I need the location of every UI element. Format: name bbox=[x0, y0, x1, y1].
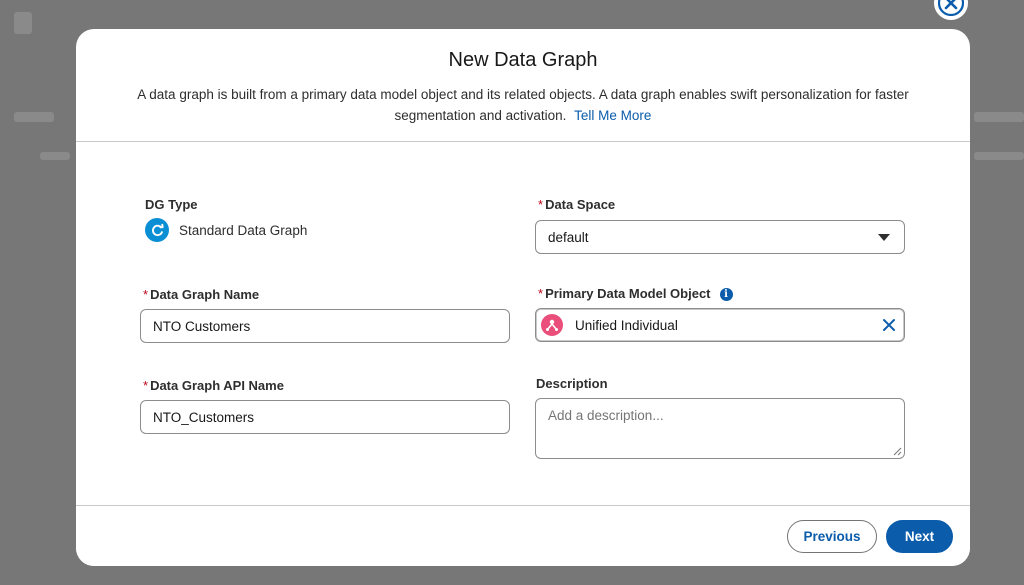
primary-object-label: * Primary Data Model Object i bbox=[538, 286, 733, 301]
close-icon bbox=[938, 0, 964, 16]
required-marker: * bbox=[538, 197, 544, 212]
description-textarea[interactable] bbox=[535, 398, 905, 459]
info-icon[interactable]: i bbox=[719, 288, 733, 301]
modal-body: DG Type Standard Data Graph * Data Space … bbox=[76, 142, 970, 505]
modal-title: New Data Graph bbox=[448, 49, 598, 71]
data-graph-name-input[interactable]: NTO Customers bbox=[140, 309, 510, 343]
chevron-down-icon bbox=[878, 233, 890, 241]
next-button[interactable]: Next bbox=[886, 520, 953, 553]
background-bar bbox=[974, 152, 1024, 160]
modal-header: New Data Graph A data graph is built fro… bbox=[76, 29, 970, 142]
primary-object-label-text: Primary Data Model Object bbox=[545, 286, 711, 301]
data-space-select[interactable]: default bbox=[535, 220, 905, 254]
api-name-input[interactable]: NTO_Customers bbox=[140, 400, 510, 434]
background-bar bbox=[14, 112, 54, 122]
api-name-value: NTO_Customers bbox=[153, 409, 255, 425]
required-marker: * bbox=[143, 287, 149, 302]
primary-object-value: Unified Individual bbox=[575, 317, 678, 333]
dg-type-value: Standard Data Graph bbox=[145, 218, 307, 242]
unified-individual-icon bbox=[541, 314, 563, 336]
refresh-icon bbox=[145, 218, 169, 242]
resize-handle-icon[interactable] bbox=[893, 447, 902, 456]
api-name-label-text: Data Graph API Name bbox=[150, 378, 284, 393]
dg-type-text: Standard Data Graph bbox=[179, 222, 308, 238]
data-space-value: default bbox=[548, 229, 589, 245]
previous-button[interactable]: Previous bbox=[787, 520, 877, 553]
dg-type-label-text: DG Type bbox=[145, 197, 198, 212]
required-marker: * bbox=[143, 378, 149, 393]
data-space-label-text: Data Space bbox=[545, 197, 616, 212]
required-marker: * bbox=[538, 286, 544, 301]
clear-selection-icon[interactable] bbox=[882, 318, 896, 332]
api-name-label: * Data Graph API Name bbox=[143, 378, 284, 393]
modal-description: A data graph is built from a primary dat… bbox=[113, 84, 933, 126]
description-label: Description bbox=[536, 376, 608, 391]
data-space-label: * Data Space bbox=[538, 197, 615, 212]
background-bar bbox=[974, 112, 1024, 122]
data-graph-name-value: NTO Customers bbox=[153, 318, 251, 334]
primary-object-combobox[interactable]: Unified Individual bbox=[535, 308, 905, 342]
description-wrapper bbox=[535, 398, 905, 459]
modal-footer: Previous Next bbox=[76, 505, 970, 566]
new-data-graph-modal: New Data Graph A data graph is built fro… bbox=[76, 29, 970, 566]
dg-type-label: DG Type bbox=[145, 197, 198, 212]
modal-description-text: A data graph is built from a primary dat… bbox=[137, 87, 909, 123]
data-graph-name-label-text: Data Graph Name bbox=[150, 287, 260, 302]
primary-object-selection: Unified Individual bbox=[541, 314, 678, 336]
data-graph-name-label: * Data Graph Name bbox=[143, 287, 259, 302]
description-label-text: Description bbox=[536, 376, 608, 391]
background-bar bbox=[40, 152, 70, 160]
background-icon bbox=[14, 12, 32, 34]
tell-me-more-link[interactable]: Tell Me More bbox=[574, 108, 651, 123]
